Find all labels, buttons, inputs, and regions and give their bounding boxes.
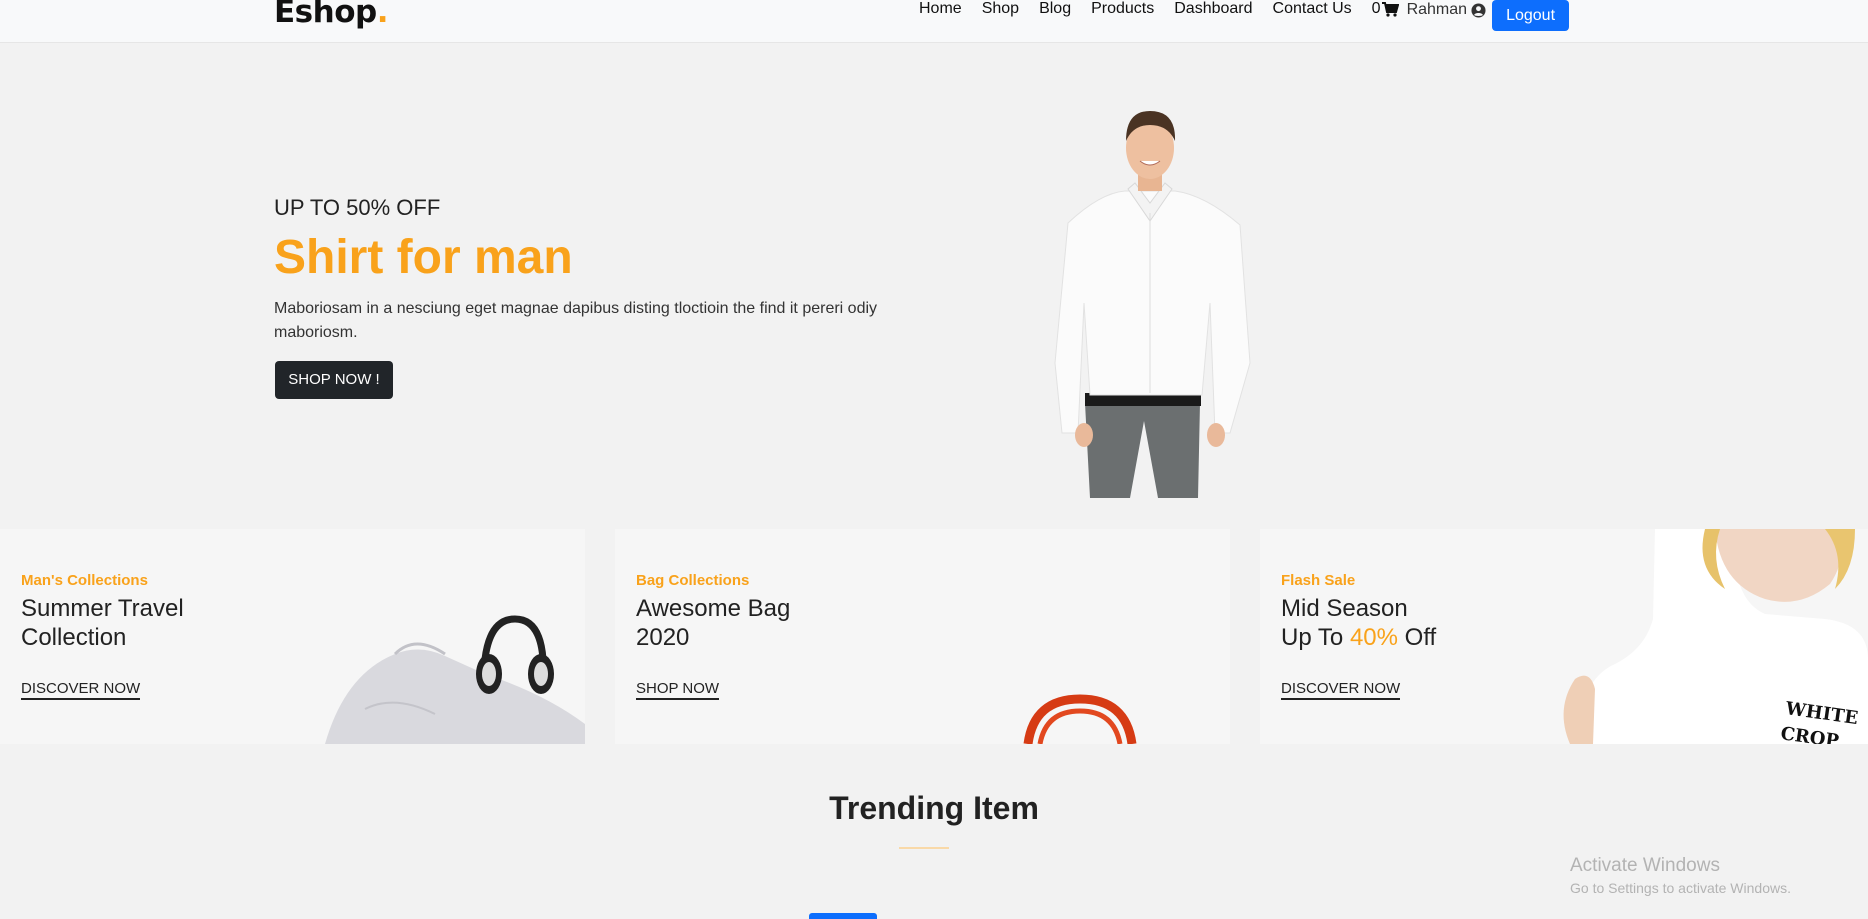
top-navbar: Eshop. Home Shop Blog Products Dashboard… xyxy=(0,0,1868,43)
windows-activation-watermark: Activate Windows Go to Settings to activ… xyxy=(1570,855,1791,896)
card-tag: Man's Collections xyxy=(21,572,148,589)
brand-logo[interactable]: Eshop. xyxy=(274,0,388,30)
cart-link[interactable]: 0 xyxy=(1372,0,1399,18)
shirt-headphones-image xyxy=(325,615,585,744)
nav-blog[interactable]: Blog xyxy=(1039,0,1071,18)
collection-card-flash-sale[interactable]: Flash Sale Mid Season Up To 40% Off DISC… xyxy=(1260,529,1868,744)
trending-tab-button[interactable] xyxy=(809,913,877,919)
card-title: Summer Travel Collection xyxy=(21,595,184,651)
user-circle-icon xyxy=(1471,2,1486,18)
hero-description: Maboriosam in a nesciung eget magnae dap… xyxy=(274,300,878,341)
nav-contact-us[interactable]: Contact Us xyxy=(1273,0,1352,18)
hero-banner: UP TO 50% OFF Shirt for man Maboriosam i… xyxy=(0,43,1868,528)
nav-products[interactable]: Products xyxy=(1091,0,1154,18)
collection-card-mens[interactable]: Man's Collections Summer Travel Collecti… xyxy=(0,529,585,744)
nav-home[interactable]: Home xyxy=(919,0,962,18)
trending-title: Trending Item xyxy=(829,790,1039,826)
logout-button[interactable]: Logout xyxy=(1492,0,1570,31)
hero-title: Shirt for man xyxy=(274,231,573,284)
collection-card-bag[interactable]: Bag Collections Awesome Bag 2020 SHOP NO… xyxy=(615,529,1230,744)
shop-now-button[interactable]: SHOP NOW ! xyxy=(275,361,393,399)
discover-now-link[interactable]: DISCOVER NOW xyxy=(21,680,141,700)
user-menu[interactable]: Rahman xyxy=(1407,1,1486,19)
cart-icon xyxy=(1381,1,1399,17)
main-nav: Home Shop Blog Products Dashboard Contac… xyxy=(919,0,1570,43)
shop-now-link[interactable]: SHOP NOW xyxy=(636,680,720,700)
nav-dashboard[interactable]: Dashboard xyxy=(1174,0,1252,18)
card-title: Awesome Bag 2020 xyxy=(636,595,791,651)
hero-subtitle: UP TO 50% OFF xyxy=(274,195,441,220)
nav-shop[interactable]: Shop xyxy=(982,0,1019,18)
hero-model-image xyxy=(1054,111,1251,498)
cart-count: 0 xyxy=(1371,0,1381,17)
card-tag: Flash Sale xyxy=(1281,572,1356,589)
bag-image xyxy=(1023,694,1137,744)
user-name: Rahman xyxy=(1406,1,1468,18)
title-underline xyxy=(899,847,949,849)
woman-tshirt-image: WHITE CROP xyxy=(1563,529,1868,744)
discover-now-link[interactable]: DISCOVER NOW xyxy=(1281,680,1401,700)
card-tag: Bag Collections xyxy=(636,572,750,589)
